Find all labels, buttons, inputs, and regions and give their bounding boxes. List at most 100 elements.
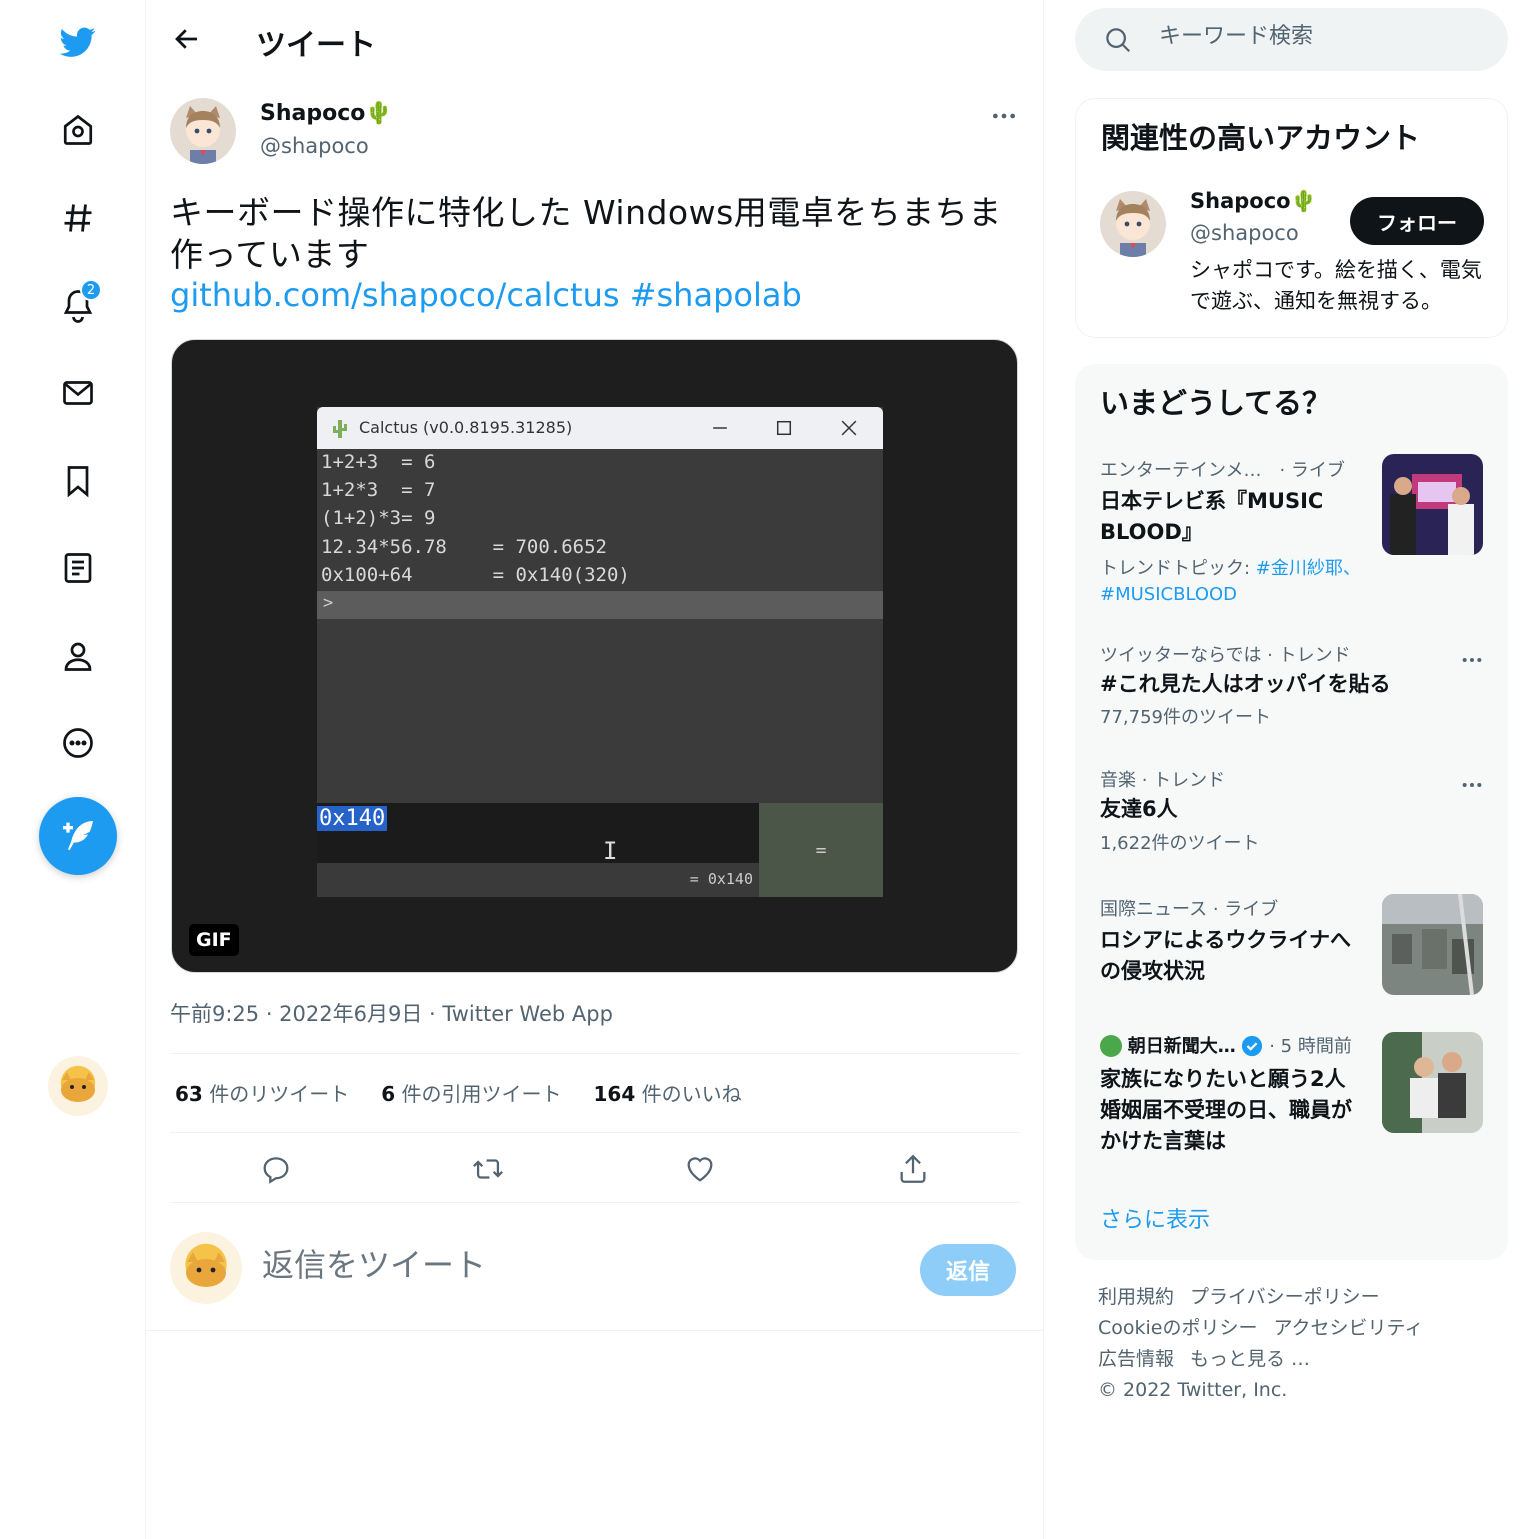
- related-account-name[interactable]: Shapoco🌵: [1190, 189, 1317, 214]
- search-icon: [1106, 28, 1131, 53]
- calc-history-line: 1+2*3 = 7: [321, 479, 436, 501]
- calc-history-line: (1+2)*3= 9: [321, 507, 436, 529]
- trend-title[interactable]: ロシアによるウクライナへの侵攻状況: [1100, 925, 1360, 987]
- tweet-more-icon[interactable]: [986, 100, 1022, 132]
- calc-equals-button: =: [759, 803, 883, 897]
- divider: [170, 1202, 1020, 1203]
- retweets-stat[interactable]: 63 件のリツイート: [175, 1078, 349, 1107]
- footer-terms-link[interactable]: 利用規約: [1098, 1286, 1174, 1308]
- account-avatar[interactable]: [48, 1056, 108, 1116]
- calc-history-line: 12.34*56.78 = 700.6652: [321, 536, 607, 558]
- trend-meta: 国際ニュース · ライブ: [1100, 899, 1279, 920]
- follow-button[interactable]: フォロー: [1350, 197, 1484, 245]
- calc-history-line: 0x100+64 = 0x140(320): [321, 564, 630, 586]
- trend-more-icon[interactable]: [1455, 773, 1489, 797]
- footer-more-link[interactable]: もっと見る …: [1190, 1348, 1310, 1370]
- like-heart-icon[interactable]: [679, 1148, 721, 1190]
- trend-count: 1,622件のツイート: [1100, 833, 1260, 854]
- trend-title[interactable]: 家族になりたいと願う2人 婚姻届不受理の日、職員がかけた言葉は: [1100, 1064, 1365, 1157]
- calc-result: = 0x140: [689, 870, 753, 888]
- tweet-media-gif[interactable]: Calctus (v0.0.8195.31285) 1+2+3 = 6 1+2*…: [171, 339, 1018, 973]
- bookmark-icon[interactable]: [50, 453, 106, 509]
- minimize-icon: [707, 415, 733, 441]
- likes-stat[interactable]: 164 件のいいね: [593, 1078, 741, 1107]
- trend-title[interactable]: #これ見た人はオッパイを貼る: [1100, 669, 1391, 700]
- related-account-bio: シャポコです。絵を描く、電気で遊ぶ、通知を無視する。: [1190, 258, 1482, 313]
- maximize-icon: [771, 415, 797, 441]
- text-cursor-icon: I: [603, 837, 618, 865]
- tweet-links: github.com/shapoco/calctus #shapolab: [170, 276, 802, 314]
- feather-plus-icon: [63, 821, 93, 851]
- footer-privacy-link[interactable]: プライバシーポリシー: [1190, 1286, 1380, 1308]
- calc-input-area: 0x140 I: [317, 803, 759, 865]
- trends-title: いまどうしてる？: [1100, 386, 1332, 420]
- share-icon[interactable]: [892, 1148, 934, 1190]
- tweet-hashtag[interactable]: #shapolab: [630, 276, 802, 314]
- quotes-stat[interactable]: 6 件の引用ツイート: [381, 1078, 561, 1107]
- show-more-link[interactable]: さらに表示: [1100, 1202, 1210, 1234]
- gif-badge: GIF: [189, 924, 239, 956]
- author-avatar[interactable]: [170, 98, 236, 164]
- calc-prompt: >: [323, 593, 334, 613]
- trend-meta: エンターテインメ… · ライブ: [1100, 460, 1345, 481]
- calc-window: Calctus (v0.0.8195.31285) 1+2+3 = 6 1+2*…: [317, 407, 883, 897]
- compose-tweet-button[interactable]: [39, 797, 117, 875]
- messages-envelope-icon[interactable]: [50, 365, 106, 421]
- tweet-link[interactable]: github.com/shapoco/calctus: [170, 276, 620, 314]
- trend-more-icon[interactable]: [1455, 648, 1489, 672]
- calc-history-line: 1+2+3 = 6: [321, 451, 436, 473]
- trend-thumbnail[interactable]: [1382, 894, 1483, 995]
- calc-result-bar: = 0x140: [317, 863, 759, 897]
- calc-titlebar: Calctus (v0.0.8195.31285): [317, 407, 883, 449]
- notifications-badge: 2: [80, 279, 102, 301]
- trend-title[interactable]: 日本テレビ系『MUSIC BLOOD』: [1100, 486, 1370, 548]
- divider: [170, 1053, 1020, 1054]
- footer: 利用規約 プライバシーポリシー Cookieのポリシー アクセシビリティ 広告情報も…: [1098, 1282, 1498, 1406]
- twitter-logo-icon[interactable]: [50, 14, 106, 70]
- more-options-icon[interactable]: [50, 715, 106, 771]
- trends-panel: いまどうしてる？ エンターテインメ… · ライブ 日本テレビ系『MUSIC BL…: [1075, 364, 1508, 1260]
- related-account-avatar[interactable]: [1100, 191, 1166, 257]
- author-name[interactable]: Shapoco🌵: [260, 101, 393, 126]
- search-box[interactable]: [1075, 8, 1508, 71]
- related-account-handle[interactable]: @shapoco: [1190, 221, 1299, 245]
- back-arrow-icon[interactable]: [166, 18, 208, 60]
- reply-avatar: [170, 1232, 242, 1304]
- calc-window-title: Calctus (v0.0.8195.31285): [359, 418, 573, 437]
- news-source-icon: [1100, 1035, 1122, 1057]
- footer-accessibility-link[interactable]: アクセシビリティ: [1274, 1317, 1424, 1339]
- tweet-timestamp[interactable]: 午前9:25 · 2022年6月9日 · Twitter Web App: [170, 998, 613, 1028]
- retweet-icon[interactable]: [467, 1148, 509, 1190]
- footer-ads-link[interactable]: 広告情報: [1098, 1348, 1174, 1370]
- author-handle[interactable]: @shapoco: [260, 134, 369, 158]
- reply-input[interactable]: [262, 1246, 862, 1284]
- close-icon: [836, 415, 862, 441]
- trend-source: 朝日新聞大… · 5 時間前: [1100, 1032, 1352, 1058]
- verified-badge-icon: [1242, 1035, 1263, 1057]
- calc-input-value: 0x140: [317, 806, 388, 831]
- divider: [146, 1330, 1044, 1331]
- trend-meta: 音楽 · トレンド: [1100, 770, 1226, 791]
- profile-person-icon[interactable]: [50, 628, 106, 684]
- calc-prompt-bar: >: [317, 591, 883, 619]
- explore-hashtag-icon[interactable]: [50, 190, 106, 246]
- trend-title[interactable]: 友達6人: [1100, 794, 1178, 825]
- trend-meta: ツイッターならでは · トレンド: [1100, 645, 1351, 666]
- tweet-text: キーボード操作に特化した Windows用電卓をちまちま作っています: [170, 193, 1002, 274]
- divider: [170, 1132, 1020, 1133]
- related-accounts-title: 関連性の高いアカウント: [1101, 121, 1421, 155]
- trend-thumbnail[interactable]: [1382, 1032, 1483, 1133]
- reply-icon[interactable]: [255, 1148, 297, 1190]
- footer-cookie-link[interactable]: Cookieのポリシー: [1098, 1317, 1258, 1339]
- home-icon[interactable]: [50, 102, 106, 158]
- left-nav: 2: [0, 0, 146, 1539]
- footer-copyright: © 2022 Twitter, Inc.: [1098, 1379, 1288, 1401]
- cactus-icon: [333, 420, 347, 438]
- reply-button[interactable]: 返信: [920, 1244, 1016, 1296]
- tweet-stats: 63 件のリツイート 6 件の引用ツイート 164 件のいいね: [175, 1078, 742, 1107]
- main-column: ツイート Shapoco🌵 @shapoco キーボード操作に特化した Wind…: [146, 0, 1044, 1539]
- lists-icon[interactable]: [50, 540, 106, 596]
- trend-thumbnail[interactable]: [1382, 454, 1483, 555]
- related-accounts-panel: 関連性の高いアカウント Shapoco🌵 @shapoco フォロー シャポコで…: [1075, 98, 1508, 338]
- search-input[interactable]: [1159, 24, 1479, 49]
